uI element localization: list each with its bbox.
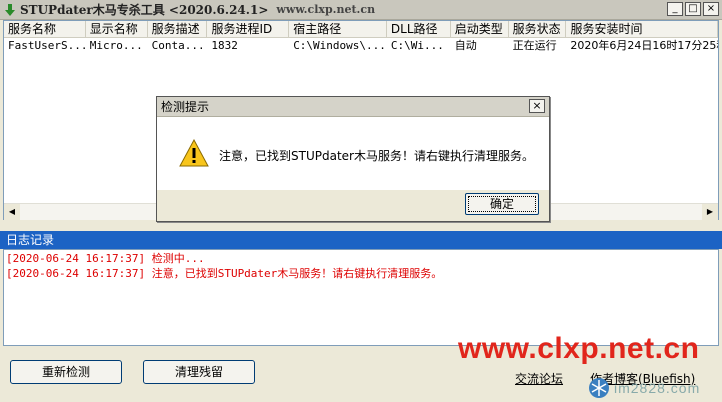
table-cell: 正在运行: [512, 39, 557, 52]
site-watermark: www.clxp.net.cn: [458, 332, 700, 365]
warning-icon: [179, 138, 209, 170]
dialog-title: 检测提示: [161, 100, 210, 114]
column-header[interactable]: DLL路径: [387, 21, 451, 37]
table-cell: FastUserS...: [8, 39, 86, 52]
dialog-close-button[interactable]: ×: [529, 99, 545, 113]
scroll-right-icon[interactable]: ▶: [702, 203, 718, 220]
table-cell: C:\Windows\...: [293, 39, 386, 52]
close-button[interactable]: ×: [703, 2, 719, 16]
table-cell: 2020年6月24日16时17分25秒: [570, 39, 718, 52]
dialog-footer: 确定: [157, 190, 549, 220]
forum-link[interactable]: 交流论坛: [515, 370, 563, 387]
logo-watermark: im2828.com: [588, 376, 718, 400]
download-arrow-icon: [3, 3, 17, 17]
column-header[interactable]: 服务状态: [509, 21, 567, 37]
log-line: [2020-06-24 16:17:37] 检测中...: [6, 252, 205, 265]
rescan-button[interactable]: 重新检测: [10, 360, 122, 384]
maximize-button[interactable]: □: [685, 2, 701, 16]
window-controls: _ □ ×: [667, 2, 719, 16]
column-header[interactable]: 服务名称: [4, 21, 86, 37]
column-header[interactable]: 显示名称: [86, 21, 148, 37]
snowflake-icon: [589, 378, 609, 398]
table-cell: Conta...: [151, 39, 205, 52]
ok-button[interactable]: 确定: [465, 193, 539, 215]
table-cell: Micro...: [89, 39, 143, 52]
log-line: [2020-06-24 16:17:37] 注意，已找到STUPdater木马服…: [6, 267, 443, 280]
column-header[interactable]: 服务进程ID: [207, 21, 290, 37]
cleanup-button[interactable]: 清理残留: [143, 360, 255, 384]
table-cell: C:\Wi...: [390, 39, 444, 52]
window-url: www.clxp.net.cn: [276, 3, 376, 16]
minimize-button[interactable]: _: [667, 2, 683, 16]
table-cell: 1832: [211, 39, 238, 52]
alert-dialog: 检测提示 × 注意，已找到STUPdater木马服务！请右键执行清理服务。 确定: [156, 96, 550, 222]
column-header[interactable]: 服务安装时间: [566, 21, 718, 37]
scroll-left-icon[interactable]: ◀: [4, 203, 20, 220]
window-title: STUPdater木马专杀工具 <2020.6.24.1>: [20, 3, 269, 17]
dialog-content: 注意，已找到STUPdater木马服务！请右键执行清理服务。 确定: [157, 117, 549, 221]
title-bar: STUPdater木马专杀工具 <2020.6.24.1> www.clxp.n…: [0, 0, 722, 20]
table-row[interactable]: FastUserS... Micro... Conta... 1832 C:\W…: [4, 38, 718, 54]
column-header[interactable]: 宿主路径: [289, 21, 387, 37]
list-header: 服务名称 显示名称 服务描述 服务进程ID 宿主路径 DLL路径 启动类型 服务…: [4, 21, 718, 38]
dialog-title-bar: 检测提示 ×: [157, 97, 549, 117]
column-header[interactable]: 启动类型: [451, 21, 509, 37]
log-header: 日志记录: [0, 231, 722, 249]
table-cell: 自动: [454, 39, 477, 52]
logo-text: im2828.com: [614, 380, 701, 396]
dialog-message: 注意，已找到STUPdater木马服务！请右键执行清理服务。: [219, 149, 534, 163]
column-header[interactable]: 服务描述: [148, 21, 208, 37]
